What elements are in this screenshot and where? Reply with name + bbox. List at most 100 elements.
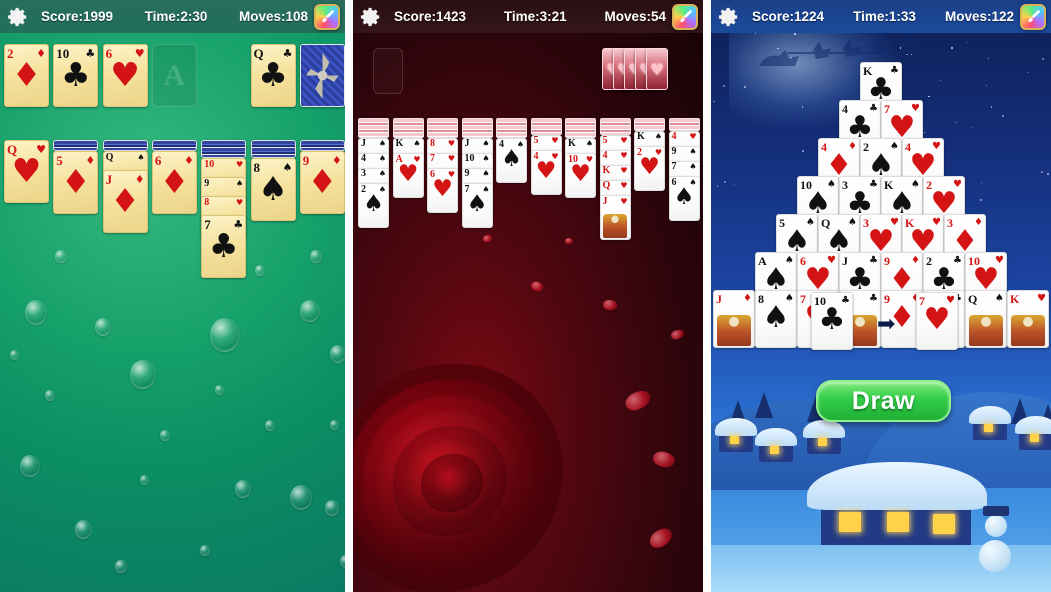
card-suit-large: ♥	[566, 163, 595, 186]
card-rank: J	[361, 139, 366, 149]
playing-card[interactable]: 5 ♦ ♦	[53, 151, 98, 214]
water-drop	[290, 485, 312, 510]
playing-card[interactable]: 2 ♠ ♠	[358, 183, 389, 228]
empty-foundation-slot[interactable]: A	[152, 44, 197, 107]
snowman-head	[985, 515, 1007, 537]
playing-card[interactable]: J ♦ ♦	[103, 170, 148, 233]
playing-card[interactable]: J ♦	[713, 290, 755, 348]
playing-card[interactable]: 8 ♠ ♠	[251, 158, 296, 221]
card-index: 3 ♠	[361, 169, 386, 179]
playing-card[interactable]: Q ♥ ♥	[4, 140, 49, 203]
facedown-stack[interactable]	[496, 118, 527, 138]
card-rank: K	[1010, 293, 1019, 305]
playing-card[interactable]: 2 ♦ ♦	[4, 44, 49, 107]
playing-card[interactable]: 6 ♥ ♥	[427, 168, 458, 213]
playing-card[interactable]: 6 ♥ ♥	[103, 44, 148, 107]
playing-card[interactable]: 10 ♣ ♣	[53, 44, 98, 107]
card-suit-small: ♥	[236, 161, 243, 169]
facedown-stack[interactable]	[462, 118, 493, 138]
facedown-stack[interactable]	[251, 140, 296, 158]
card-index: 10 ♥	[204, 160, 243, 170]
facedown-stack[interactable]	[103, 140, 148, 151]
facedown-stack[interactable]	[358, 118, 389, 138]
court-card-art	[1011, 315, 1045, 346]
playing-card[interactable]: 9♦♦	[300, 151, 345, 214]
facedown-stack[interactable]	[531, 118, 562, 135]
playing-card[interactable]: 10 ♣ ♣	[811, 292, 853, 350]
game-screenshot-spider: Score:1423 Time:3:21 Moves:54 J♠4♠3♠2♠♠K…	[353, 0, 703, 592]
card-suit-small: ♥	[620, 167, 627, 175]
card-rank: 8	[204, 198, 209, 208]
facedown-stack[interactable]	[393, 118, 424, 138]
facedown-stack[interactable]	[201, 140, 246, 158]
playing-card[interactable]: 4 ♥ ♥	[531, 150, 562, 195]
star	[991, 106, 992, 108]
playing-card[interactable]: 10 ♥ ♥	[565, 153, 596, 198]
empty-foundation-slot[interactable]	[373, 48, 403, 94]
brush-icon[interactable]	[672, 4, 698, 30]
card-index: J ♠	[361, 139, 386, 149]
star	[955, 122, 957, 123]
card-rank: 10	[204, 160, 214, 170]
card-suit-small: ♠	[586, 140, 593, 148]
stock-pile[interactable]	[300, 44, 345, 107]
star	[951, 47, 953, 49]
stock-pile[interactable]	[646, 48, 668, 90]
card-suit-large: ♥	[5, 154, 48, 187]
card-index: 4 ♥	[603, 151, 628, 161]
facedown-stack[interactable]	[669, 118, 700, 131]
playing-card[interactable]: 4 ♠ ♠	[496, 138, 527, 183]
time-label-panel-1: Time:2:30	[145, 9, 208, 24]
court-card-art	[717, 315, 751, 346]
card-rank: 4	[603, 151, 608, 161]
hud-bar-panel-2: Score:1423 Time:3:21 Moves:54	[353, 0, 703, 33]
house-roof	[803, 420, 845, 438]
star	[723, 85, 725, 87]
facedown-stack[interactable]	[600, 118, 631, 135]
playing-card[interactable]: 7♥♥	[916, 292, 958, 350]
star	[794, 33, 796, 35]
main-house-window	[839, 512, 861, 532]
playing-card[interactable]: 6 ♠ ♠	[669, 176, 700, 221]
playing-card[interactable]: 7 ♣ ♣	[201, 215, 246, 278]
facedown-stack[interactable]	[152, 140, 197, 151]
rose-bloom	[353, 364, 567, 592]
card-rank: 9	[672, 147, 677, 157]
moves-label-panel-2: Moves:54	[604, 9, 666, 24]
card-index: K ♥	[603, 166, 628, 176]
draw-button[interactable]: Draw	[816, 380, 951, 422]
facedown-stack[interactable]	[427, 118, 458, 138]
gear-icon[interactable]	[7, 6, 29, 28]
playing-card[interactable]: Q ♠	[965, 290, 1007, 348]
playing-card[interactable]: Q ♣ ♣	[251, 44, 296, 107]
playing-card[interactable]: J ♥	[600, 195, 631, 240]
card-suit-large: ♠	[359, 193, 388, 216]
brush-icon[interactable]	[314, 4, 340, 30]
gear-icon[interactable]	[360, 6, 382, 28]
playing-card[interactable]: 2 ♥ ♥	[634, 146, 665, 191]
gear-icon[interactable]	[718, 6, 740, 28]
playing-card[interactable]: A ♥ ♥	[393, 153, 424, 198]
card-suit-large: ♠	[463, 193, 492, 216]
card-rank: J	[465, 139, 470, 149]
playing-card[interactable]: K ♥	[1007, 290, 1049, 348]
court-card-art	[969, 315, 1003, 346]
brush-icon[interactable]	[1020, 4, 1046, 30]
card-suit-small: ♥	[620, 182, 627, 190]
facedown-stack[interactable]	[300, 140, 345, 151]
card-rank: K	[568, 139, 576, 149]
hud-bar-panel-1: Score:1999 Time:2:30 Moves:108	[0, 0, 345, 33]
card-suit-large: ♣	[252, 58, 295, 91]
water-drop	[75, 520, 92, 539]
playing-card[interactable]: 8 ♠ ♠	[755, 290, 797, 348]
playing-card[interactable]: 7 ♠ ♠	[462, 183, 493, 228]
facedown-stack[interactable]	[53, 140, 98, 151]
facedown-stack[interactable]	[565, 118, 596, 138]
card-index: 8 ♥	[204, 198, 243, 208]
moves-label-panel-1: Moves:108	[239, 9, 308, 24]
star	[713, 101, 715, 102]
card-suit-small: ♠	[655, 133, 662, 141]
playing-card[interactable]: 6 ♦ ♦	[152, 151, 197, 214]
facedown-stack[interactable]	[634, 118, 665, 131]
card-rank: 7	[430, 154, 435, 164]
